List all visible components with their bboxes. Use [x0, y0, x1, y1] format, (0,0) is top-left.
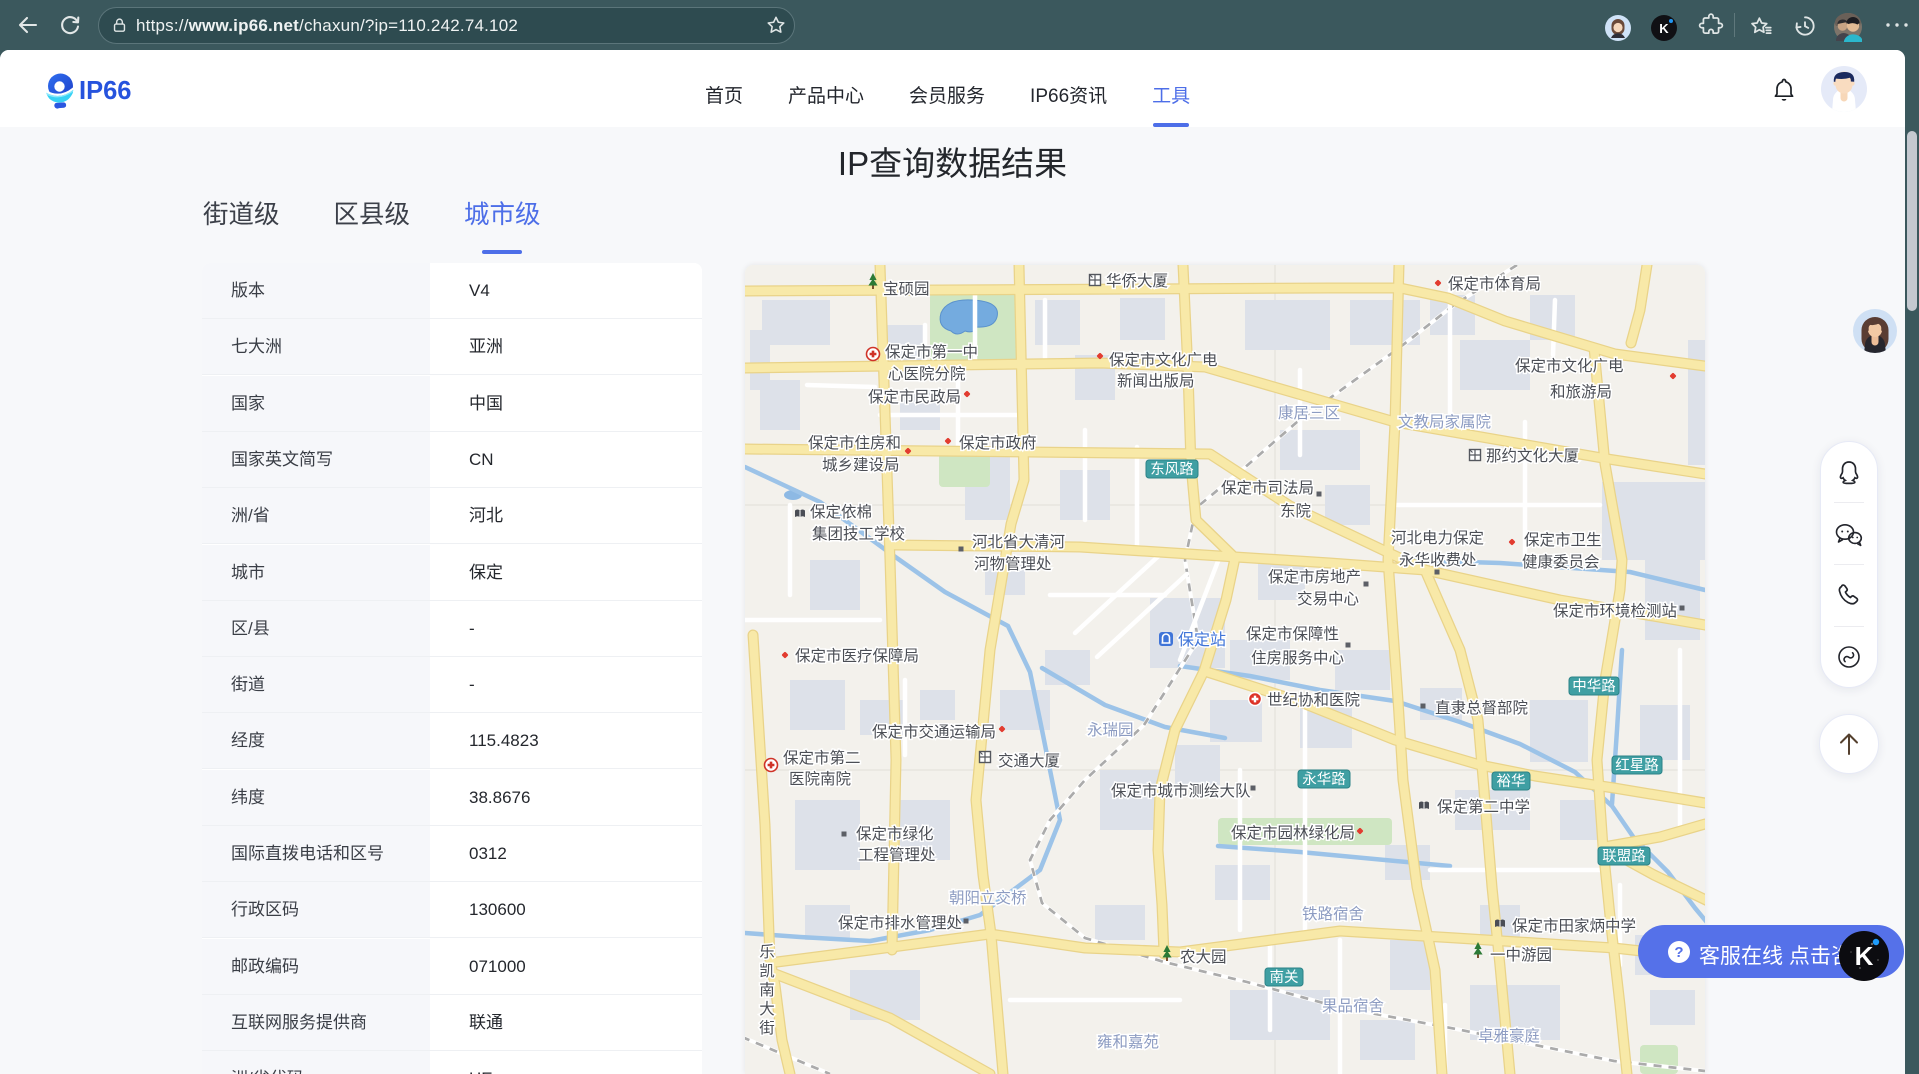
svg-text:永瑞园: 永瑞园 [1087, 721, 1134, 739]
svg-text:IP66: IP66 [79, 77, 131, 105]
svg-text:保定市保障性: 保定市保障性 [1246, 625, 1339, 643]
svg-text:医院南院: 医院南院 [789, 769, 851, 788]
svg-text:东院: 东院 [1280, 501, 1311, 520]
svg-text:城乡建设局: 城乡建设局 [822, 456, 900, 474]
svg-text:保定市城市测绘大队: 保定市城市测绘大队 [1111, 782, 1251, 800]
svg-text:河北电力保定: 河北电力保定 [1391, 529, 1484, 547]
svg-text:卓雅豪庭: 卓雅豪庭 [1478, 1026, 1540, 1045]
svg-text:保定市文化广电: 保定市文化广电 [1515, 357, 1624, 375]
svg-text:雍和嘉苑: 雍和嘉苑 [1097, 1033, 1159, 1051]
svg-text:保定站: 保定站 [1178, 631, 1226, 649]
svg-text:K: K [1659, 21, 1669, 36]
svg-text:健康委员会: 健康委员会 [1522, 553, 1600, 571]
svg-text:永华路: 永华路 [1302, 771, 1346, 788]
svg-text:铁路宿舍: 铁路宿舍 [1302, 905, 1364, 923]
svg-text:那约文化大厦: 那约文化大厦 [1486, 447, 1579, 465]
svg-text:保定第二中学: 保定第二中学 [1437, 798, 1530, 816]
svg-text:世纪协和医院: 世纪协和医院 [1267, 690, 1360, 709]
svg-text:保定市司法局: 保定市司法局 [1221, 479, 1314, 497]
svg-text:保定市住房和: 保定市住房和 [808, 434, 901, 452]
svg-text:南关: 南关 [1270, 969, 1299, 986]
svg-text:东风路: 东风路 [1150, 461, 1194, 478]
svg-text:保定市民政局: 保定市民政局 [868, 388, 961, 406]
svg-text:保定依棉: 保定依棉 [810, 503, 872, 521]
svg-text:农大园: 农大园 [1180, 948, 1227, 966]
svg-text:宝硕园: 宝硕园 [883, 280, 930, 298]
svg-text:住房服务中心: 住房服务中心 [1251, 649, 1344, 667]
svg-text:保定市绿化: 保定市绿化 [856, 825, 934, 843]
svg-text:红星路: 红星路 [1615, 757, 1659, 774]
svg-text:中华路: 中华路 [1572, 678, 1616, 695]
svg-text:交通大厦: 交通大厦 [998, 752, 1060, 770]
svg-text:保定市田家炳中学: 保定市田家炳中学 [1512, 917, 1636, 935]
svg-text:河物管理处: 河物管理处 [974, 555, 1052, 573]
svg-text:工程管理处: 工程管理处 [858, 846, 936, 864]
svg-text:新闻出版局: 新闻出版局 [1117, 372, 1195, 390]
svg-text:保定市政府: 保定市政府 [959, 434, 1037, 452]
svg-text:果品宿舍: 果品宿舍 [1322, 997, 1384, 1015]
svg-text:?: ? [1674, 944, 1683, 961]
svg-text:交易中心: 交易中心 [1297, 590, 1359, 608]
svg-text:裕华: 裕华 [1497, 773, 1526, 790]
svg-text:保定市房地产: 保定市房地产 [1268, 568, 1361, 586]
svg-text:乐凯南大街: 乐凯南大街 [759, 943, 775, 1037]
svg-text:保定市园林绿化局: 保定市园林绿化局 [1231, 824, 1355, 842]
svg-text:朝阳立交桥: 朝阳立交桥 [949, 889, 1027, 907]
svg-text:直隶总督部院: 直隶总督部院 [1435, 698, 1528, 717]
svg-text:保定市第一中: 保定市第一中 [885, 343, 978, 361]
svg-text:保定市卫生: 保定市卫生 [1524, 531, 1602, 549]
svg-text:集团技工学校: 集团技工学校 [812, 525, 905, 543]
svg-text:河北省大清河: 河北省大清河 [972, 533, 1065, 551]
svg-text:永华收费处: 永华收费处 [1399, 551, 1477, 569]
svg-text:保定市环境检测站: 保定市环境检测站 [1553, 601, 1677, 620]
svg-text:保定市体育局: 保定市体育局 [1448, 275, 1541, 293]
svg-text:保定市医疗保障局: 保定市医疗保障局 [795, 647, 919, 665]
svg-text:康居三区: 康居三区 [1278, 404, 1340, 422]
svg-text:保定市第二: 保定市第二 [783, 749, 861, 767]
svg-text:保定市排水管理处: 保定市排水管理处 [838, 914, 962, 932]
svg-text:文教局家属院: 文教局家属院 [1398, 412, 1491, 431]
svg-text:联盟路: 联盟路 [1602, 848, 1646, 865]
svg-text:和旅游局: 和旅游局 [1550, 383, 1612, 401]
svg-text:华侨大厦: 华侨大厦 [1106, 272, 1168, 290]
svg-text:K: K [1855, 941, 1874, 971]
svg-text:心医院分院: 心医院分院 [888, 364, 966, 383]
svg-text:一中游园: 一中游园 [1490, 946, 1552, 964]
svg-text:保定市文化广电: 保定市文化广电 [1109, 351, 1218, 369]
svg-text:保定市交通运输局: 保定市交通运输局 [872, 723, 996, 741]
